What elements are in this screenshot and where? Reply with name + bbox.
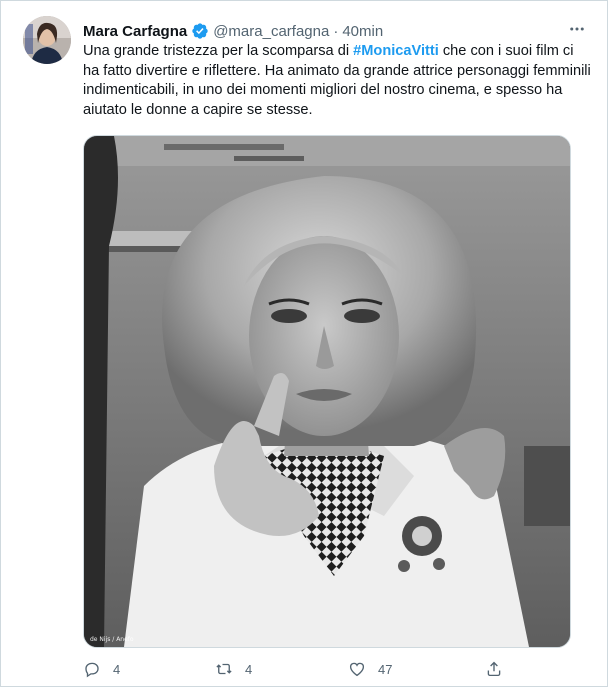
avatar[interactable] (23, 16, 71, 64)
author-name[interactable]: Mara Carfagna (83, 23, 187, 40)
reply-icon (85, 662, 99, 678)
tweet-text-before: Una grande tristezza per la scomparsa di (83, 43, 354, 59)
share-icon (487, 661, 501, 677)
reply-button[interactable]: 4 (83, 658, 120, 680)
more-options-button[interactable] (565, 17, 589, 41)
hashtag-link[interactable]: #MonicaVitti (353, 43, 439, 59)
retweet-button[interactable]: 4 (215, 658, 252, 680)
retweet-icon (216, 663, 232, 675)
like-count: 47 (378, 661, 393, 677)
photo-credit: de Nijs / Anefo (90, 636, 134, 643)
share-button[interactable] (485, 658, 503, 680)
like-button[interactable]: 47 (348, 658, 392, 680)
tweet-text: Una grande tristezza per la scomparsa di… (83, 42, 593, 120)
tweet-card[interactable]: Mara Carfagna @mara_carfagna · 40min Una… (0, 0, 608, 687)
tweet-header: Mara Carfagna @mara_carfagna · 40min (83, 20, 383, 42)
separator-dot: · (333, 22, 339, 40)
retweet-count: 4 (245, 661, 253, 677)
like-icon (349, 662, 365, 677)
author-handle[interactable]: @mara_carfagna (213, 23, 329, 40)
reply-count: 4 (113, 661, 121, 677)
more-options-icon (570, 27, 584, 31)
verified-badge-icon (191, 22, 209, 40)
avatar-image (23, 16, 71, 64)
action-bar: 4 4 47 (83, 658, 523, 680)
portrait-photo (84, 136, 570, 647)
tweet-photo[interactable]: de Nijs / Anefo (83, 135, 571, 648)
tweet-timestamp[interactable]: 40min (342, 23, 383, 40)
